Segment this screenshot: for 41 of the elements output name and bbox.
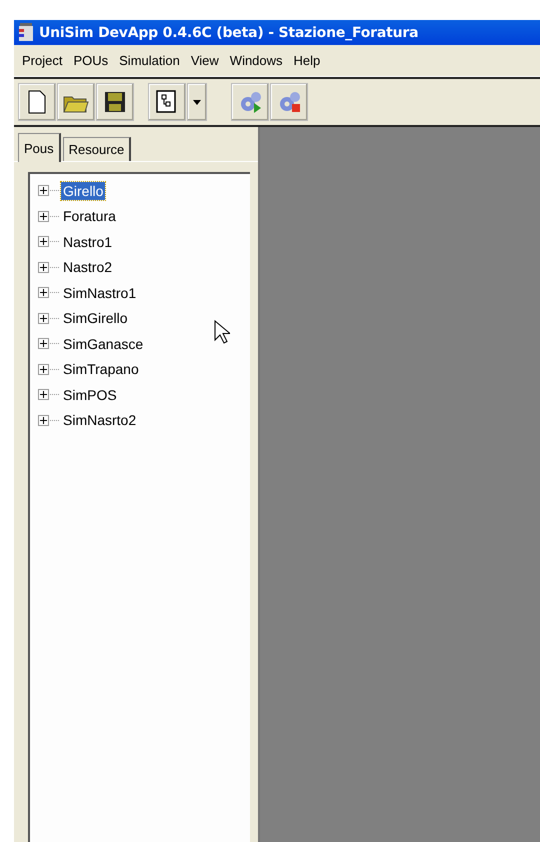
expand-icon[interactable] <box>38 185 49 196</box>
tree-item[interactable]: SimNasrto2 <box>61 411 138 430</box>
tab[interactable]: Pous <box>18 133 61 162</box>
expand-icon[interactable] <box>38 236 49 248</box>
run-button[interactable] <box>231 83 269 121</box>
tab[interactable]: Resource <box>62 137 132 161</box>
tree-item[interactable]: SimTrapano <box>61 360 141 378</box>
pointer-icon <box>214 320 230 344</box>
tree-item[interactable]: Girello <box>61 182 106 200</box>
expand-icon[interactable] <box>38 262 49 273</box>
tree-item[interactable]: SimGanasce <box>61 334 146 353</box>
menu-item[interactable]: Windows <box>226 53 290 68</box>
tree-item[interactable]: SimGirello <box>61 309 130 328</box>
diagram-button[interactable] <box>148 83 186 121</box>
tree-item[interactable]: Foratura <box>61 207 118 226</box>
menu-item[interactable]: View <box>186 53 226 68</box>
open-folder-button[interactable] <box>57 83 95 121</box>
diagram-icon <box>156 90 178 114</box>
expand-icon[interactable] <box>38 312 49 324</box>
expand-icon[interactable] <box>38 414 49 426</box>
expand-icon[interactable] <box>38 389 49 400</box>
menu-item[interactable]: Project <box>18 53 70 68</box>
tree-item[interactable]: SimNastro1 <box>61 284 138 302</box>
expand-icon[interactable] <box>38 364 49 375</box>
window-title: UniSim DevApp 0.4.6C (beta) - Stazione_Foratura <box>39 24 418 40</box>
save-button[interactable] <box>96 83 134 121</box>
expand-icon[interactable] <box>38 338 49 350</box>
caret-icon <box>193 100 201 104</box>
tree-item[interactable]: Nastro2 <box>61 258 114 276</box>
menu-item[interactable]: Help <box>290 53 328 68</box>
app-icon <box>17 22 35 42</box>
tree-item[interactable]: Nastro1 <box>61 232 114 251</box>
menu-item[interactable]: Simulation <box>115 53 187 68</box>
stop-button[interactable] <box>270 83 308 121</box>
tree-item[interactable]: SimPOS <box>61 386 119 404</box>
menu-item[interactable]: POUs <box>69 53 116 68</box>
expand-icon[interactable] <box>38 210 49 222</box>
dropdown-button[interactable] <box>187 83 207 121</box>
page-icon <box>27 90 47 114</box>
new-file-button[interactable] <box>18 83 56 121</box>
expand-icon[interactable] <box>38 287 49 298</box>
